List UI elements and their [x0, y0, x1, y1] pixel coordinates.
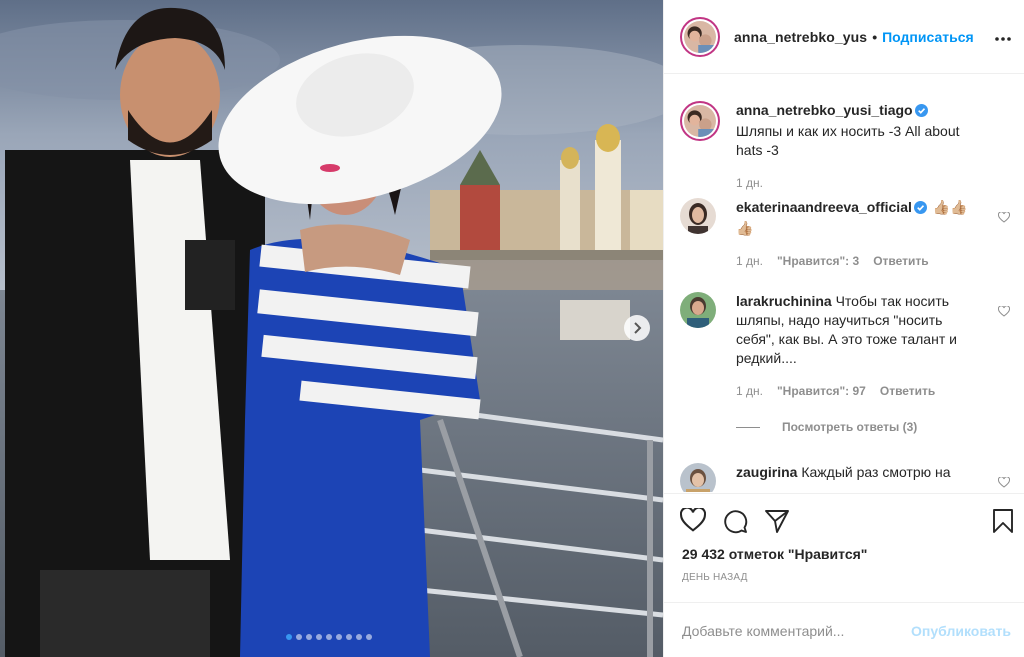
carousel-dot: [286, 634, 292, 640]
carousel-dot: [366, 634, 372, 640]
avatar-image: [680, 463, 716, 492]
comment-likes[interactable]: "Нравится": 97: [777, 382, 866, 401]
author-username[interactable]: anna_netrebko_yus: [734, 29, 867, 45]
carousel-dot: [356, 634, 362, 640]
comment-username[interactable]: ekaterinaandreeva_official: [736, 199, 912, 215]
chevron-right-icon: [634, 322, 642, 334]
comment-item: zaugirina Каждый раз смотрю на: [680, 463, 1011, 492]
next-slide-button[interactable]: [624, 315, 650, 341]
heart-icon[interactable]: [679, 506, 707, 537]
carousel-dot: [326, 634, 332, 640]
carousel-dot: [296, 634, 302, 640]
comment-username[interactable]: larakruchinina: [736, 293, 832, 309]
carousel-dots: [286, 634, 372, 640]
caption-username[interactable]: anna_netrebko_yusi_tiago: [736, 102, 913, 118]
replies-divider: [736, 426, 760, 428]
caption-time[interactable]: 1 дн.: [736, 174, 763, 193]
likes-count[interactable]: 29 432 отметок "Нравится": [682, 546, 867, 562]
comment-item: ekaterinaandreeva_official 👍🏼👍🏼👍🏼 1 дн. …: [680, 198, 1011, 271]
instagram-post: anna_netrebko_yus • Подписаться anna_net…: [0, 0, 1024, 657]
post-photo[interactable]: [0, 0, 663, 657]
carousel-dot: [336, 634, 342, 640]
verified-icon: [914, 103, 928, 122]
header-separator: •: [872, 28, 878, 45]
verified-icon: [913, 200, 927, 219]
share-icon[interactable]: [764, 508, 790, 537]
post-caption: anna_netrebko_yusi_tiago Шляпы и как их …: [680, 101, 1010, 193]
comment-input[interactable]: [682, 622, 912, 639]
carousel-dot: [316, 634, 322, 640]
more-icon[interactable]: [995, 28, 1011, 44]
bookmark-icon[interactable]: [991, 508, 1015, 537]
carousel-dot: [346, 634, 352, 640]
heart-icon[interactable]: [997, 210, 1011, 226]
caption-avatar[interactable]: [680, 101, 720, 141]
heart-icon[interactable]: [997, 304, 1011, 320]
comment-text: Каждый раз смотрю на: [797, 464, 951, 480]
follow-button[interactable]: Подписаться: [882, 29, 974, 45]
comment-form: Опубликовать: [664, 602, 1024, 657]
author-avatar[interactable]: [680, 16, 720, 57]
comment-likes[interactable]: "Нравится": 3: [777, 252, 859, 271]
post-side-panel: anna_netrebko_yus • Подписаться anna_net…: [663, 0, 1024, 657]
comments-list: anna_netrebko_yusi_tiago Шляпы и как их …: [664, 75, 1024, 492]
comment-item: larakruchinina Чтобы так носить шляпы, н…: [680, 292, 1011, 401]
commenter-avatar[interactable]: [680, 198, 716, 234]
avatar-image: [684, 20, 716, 53]
couple-on-boat-photo: [0, 0, 663, 657]
avatar-image: [680, 292, 716, 328]
commenter-avatar[interactable]: [680, 463, 716, 492]
heart-icon[interactable]: [997, 475, 1011, 491]
post-actions: 29 432 отметок "Нравится" ДЕНЬ НАЗАД Опу…: [664, 493, 1024, 657]
publish-button[interactable]: Опубликовать: [911, 623, 1011, 639]
view-replies-button[interactable]: Посмотреть ответы (3): [736, 420, 917, 434]
post-header: anna_netrebko_yus • Подписаться: [664, 0, 1024, 74]
reply-button[interactable]: Ответить: [880, 382, 935, 401]
comment-icon[interactable]: [722, 508, 748, 537]
comment-time[interactable]: 1 дн.: [736, 252, 763, 271]
view-replies-label: Посмотреть ответы (3): [782, 420, 918, 434]
reply-button[interactable]: Ответить: [873, 252, 928, 271]
post-timestamp[interactable]: ДЕНЬ НАЗАД: [682, 572, 748, 583]
commenter-avatar[interactable]: [680, 292, 716, 328]
comment-username[interactable]: zaugirina: [736, 464, 797, 480]
carousel-dot: [306, 634, 312, 640]
caption-text: Шляпы и как их носить -3 All about hats …: [736, 123, 960, 158]
avatar-image: [680, 198, 716, 234]
comment-time[interactable]: 1 дн.: [736, 382, 763, 401]
avatar-image: [684, 105, 716, 137]
